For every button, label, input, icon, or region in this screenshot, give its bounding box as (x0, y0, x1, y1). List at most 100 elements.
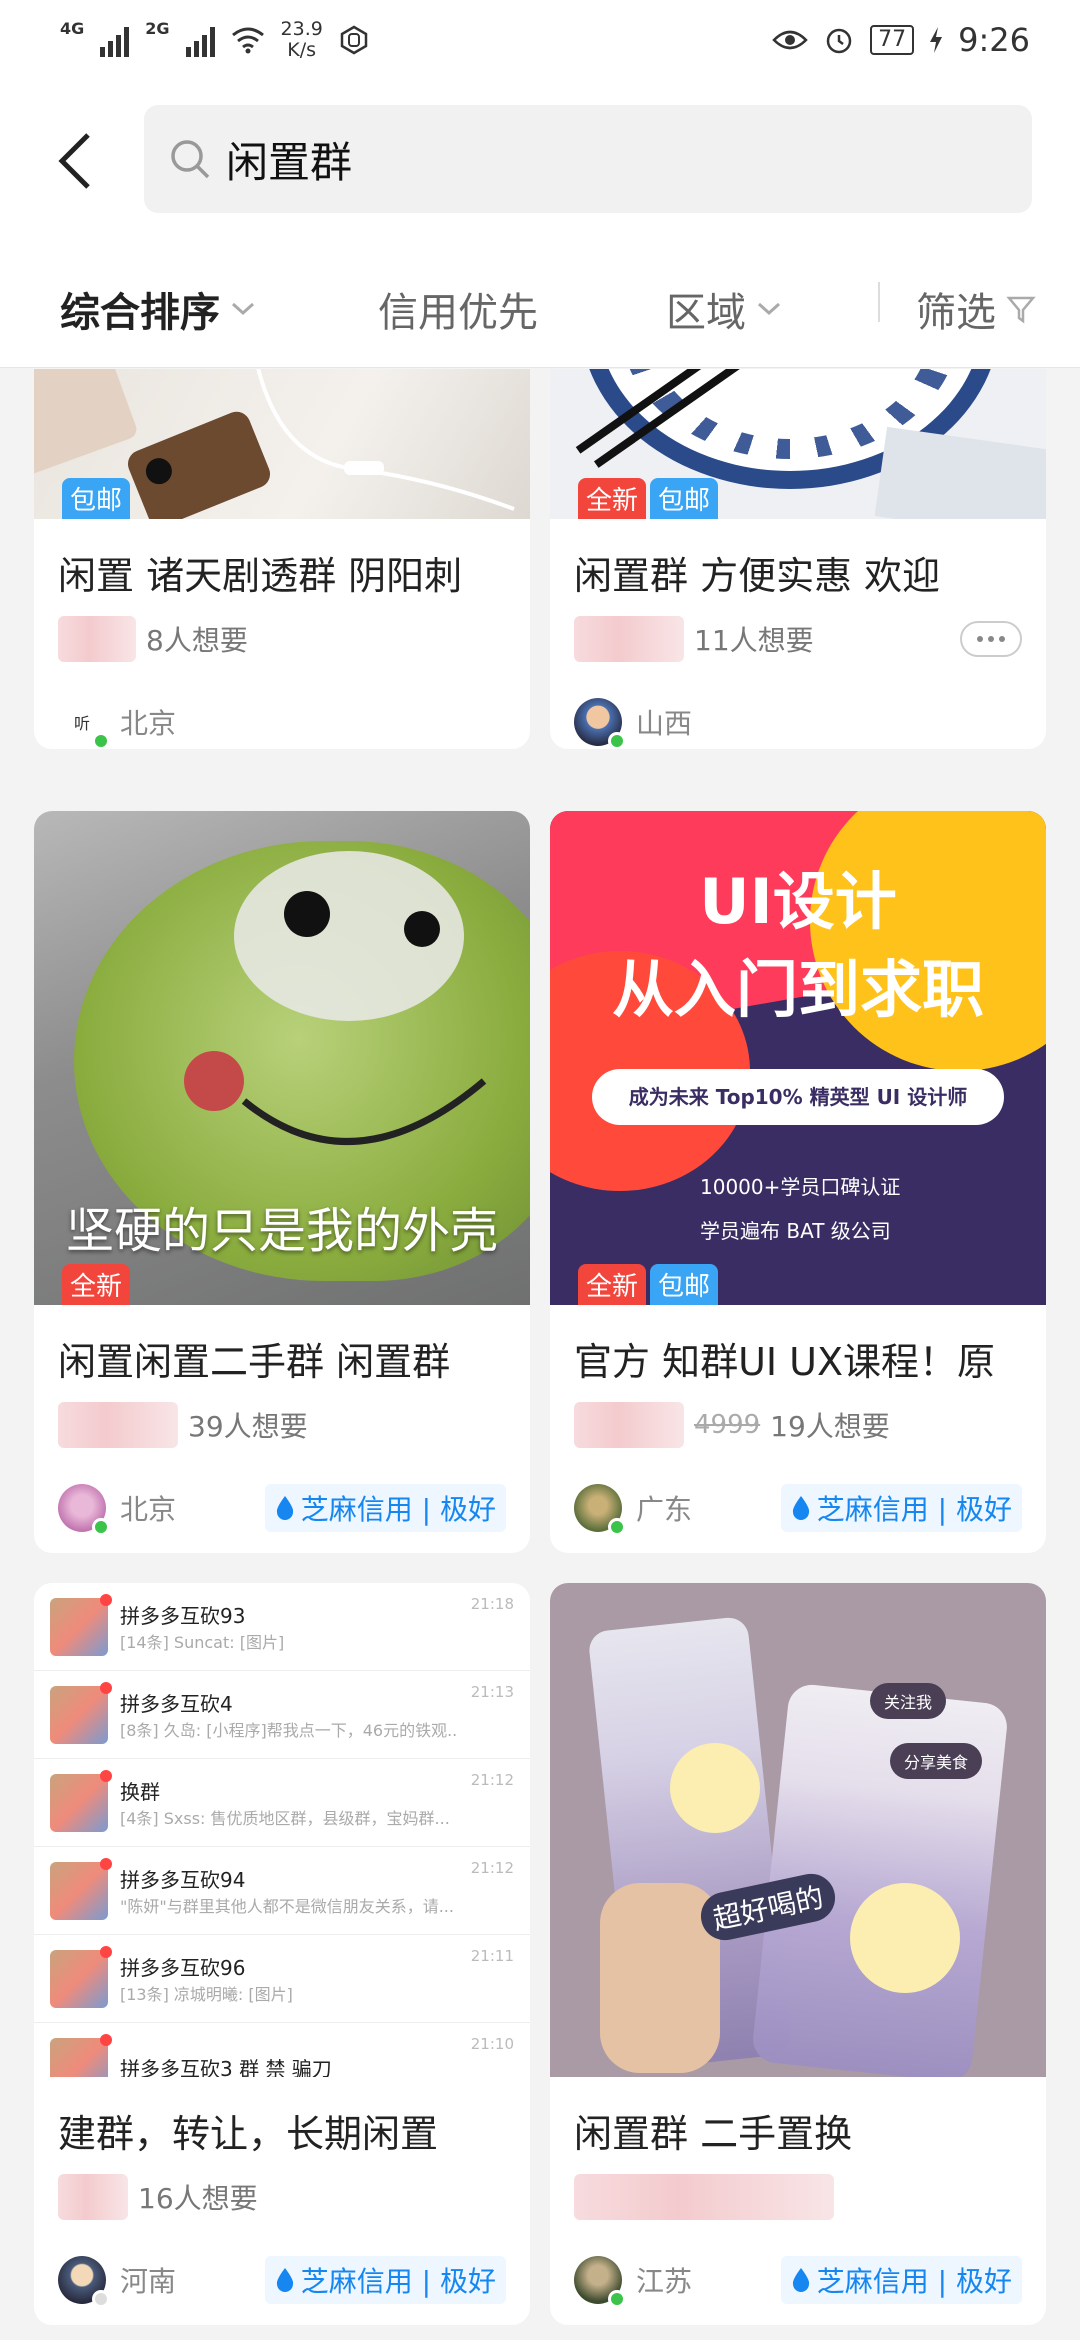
filter-bar: 综合排序 信用优先 区域 筛选 (0, 240, 1080, 368)
credit-text: 芝麻信用 | 极好 (300, 1493, 496, 1526)
avatar[interactable] (574, 2256, 626, 2308)
credit-text: 芝麻信用 | 极好 (816, 2265, 1012, 2298)
brand-new-tag: 全新 (578, 1264, 647, 1305)
product-card[interactable]: 关注我 分享美食 超好喝的 闲置群 二手置换 江苏 芝麻信用 | 极好 (550, 1583, 1046, 2325)
blurred-price (574, 616, 684, 662)
product-feed[interactable]: 包邮 闲置 诸天剧透群 阴阳刺 8人想要 听 北京 全新 包邮 闲置群 方便实惠… (0, 369, 1080, 2340)
avatar[interactable] (58, 2256, 110, 2308)
promo-pill: 成为未来 Top10% 精英型 UI 设计师 (592, 1069, 1004, 1125)
tag-group: 全新 (62, 1264, 131, 1305)
promo-bullet1: 10000+学员口碑认证 (700, 1175, 901, 1199)
seller-location: 江苏 (636, 2265, 693, 2298)
product-card[interactable]: 全新 包邮 闲置群 方便实惠 欢迎 11人想要 山西 (550, 369, 1046, 749)
chevron-down-icon (757, 302, 781, 316)
product-image: 关注我 分享美食 超好喝的 (550, 1583, 1046, 2077)
promo-bullet2: 学员遍布 BAT 级公司 (700, 1219, 891, 1243)
chat-name: 拼多多互砍4 (120, 1692, 233, 1716)
region-dropdown[interactable]: 区域 (666, 280, 782, 338)
online-dot (92, 732, 110, 749)
brand-new-tag: 全新 (578, 478, 647, 519)
product-title: 建群，转让，长期闲置 (58, 2112, 439, 2156)
product-title: 闲置闲置二手群 闲置群 (58, 1340, 451, 1384)
blurred-price (574, 1402, 684, 1448)
network-speed: 23.9 K/s (280, 18, 323, 61)
product-card[interactable]: 包邮 闲置 诸天剧透群 阴阳刺 8人想要 听 北京 (34, 369, 530, 749)
seller-location: 广东 (636, 1493, 693, 1526)
online-dot (608, 2290, 626, 2308)
group-avatar (50, 2034, 112, 2077)
chat-row: 换群 [4条] Sxss: 售优质地区群，县级群，宝妈群... 21:12 (34, 1759, 530, 1847)
credit-text: 芝麻信用 | 极好 (300, 2265, 496, 2298)
seller-row: 北京 芝麻信用 | 极好 (34, 1480, 530, 1536)
want-row: 8人想要 (34, 614, 530, 664)
free-shipping-tag: 包邮 (650, 478, 719, 519)
tag-group: 包邮 (62, 478, 131, 519)
chat-time: 21:12 (470, 1859, 514, 1877)
seller-row: 广东 芝麻信用 | 极好 (550, 1480, 1046, 1536)
promo-line1: UI设计 (699, 865, 897, 938)
want-row (550, 2172, 1046, 2222)
tag-group: 全新 包邮 (578, 1264, 719, 1305)
avatar[interactable] (574, 698, 626, 749)
battery-level: 77 (870, 25, 915, 55)
chat-message: [8条] 久岛: [小程序]帮我点一下，46元的铁观... (120, 1721, 459, 1740)
credit-first-label: 信用优先 (378, 290, 538, 336)
chat-message: [14条] Suncat: [图片] (120, 1633, 285, 1652)
more-options-button[interactable] (960, 621, 1022, 657)
group-avatar (50, 1769, 112, 1832)
promo-line2: 从入门到求职 (611, 953, 984, 1026)
want-count: 39人想要 (188, 1410, 308, 1443)
back-arrow-icon (58, 133, 90, 189)
want-count: 16人想要 (138, 2182, 258, 2215)
filter-divider (878, 282, 880, 322)
network-type-1: 4G (60, 19, 85, 38)
brand-new-tag: 全新 (62, 1264, 131, 1305)
product-image: 拼多多互砍93 [14条] Suncat: [图片] 21:18 拼多多互砍4 [8… (34, 1583, 530, 2077)
network-type-2: 2G (145, 19, 170, 38)
wifi-icon (231, 27, 264, 54)
offline-dot (92, 2290, 110, 2308)
product-card[interactable]: UI设计 从入门到求职 成为未来 Top10% 精英型 UI 设计师 10000… (550, 811, 1046, 1553)
alarm-icon (826, 28, 852, 54)
want-row: 16人想要 (34, 2172, 530, 2222)
tag-group: 全新 包邮 (578, 478, 719, 519)
free-shipping-tag: 包邮 (650, 1264, 719, 1305)
charging-icon (930, 27, 943, 53)
chat-name: 换群 (120, 1780, 160, 1804)
avatar[interactable] (58, 1484, 110, 1536)
product-card[interactable]: 拼多多互砍93 [14条] Suncat: [图片] 21:18 拼多多互砍4 [8… (34, 1583, 530, 2325)
chat-row: 拼多多互砍4 [8条] 久岛: [小程序]帮我点一下，46元的铁观... 21:1… (34, 1671, 530, 1759)
chat-name: 拼多多互砍3 群 禁 骗刀 (120, 2056, 332, 2078)
avatar[interactable] (574, 1484, 626, 1536)
photo-label-share: 分享美食 (890, 1743, 983, 1779)
product-image: 全新 包邮 (550, 369, 1046, 519)
group-avatar (50, 1593, 112, 1656)
chat-time: 21:11 (470, 1947, 514, 1965)
credit-first-tab[interactable]: 信用优先 (378, 280, 538, 338)
search-input[interactable]: 闲置群 (144, 105, 1032, 213)
product-image: 坚硬的只是我的外壳 全新 (34, 811, 530, 1305)
signal-icon (185, 23, 215, 57)
image-caption: 坚硬的只是我的外壳 (65, 1203, 498, 1259)
seller-row: 听 北京 (34, 694, 530, 749)
product-image: UI设计 从入门到求职 成为未来 Top10% 精英型 UI 设计师 10000… (550, 811, 1046, 1305)
chat-message: [4条] Sxss: 售优质地区群，县级群，宝妈群... (120, 1809, 450, 1828)
group-avatar (50, 1857, 112, 1920)
credit-badge: 芝麻信用 | 极好 (780, 2256, 1022, 2304)
blurred-price (58, 2174, 128, 2220)
region-label: 区域 (666, 290, 746, 336)
sort-dropdown[interactable]: 综合排序 (60, 280, 256, 338)
chat-row: 拼多多互砍3 群 禁 骗刀 21:10 (34, 2023, 530, 2077)
chat-name: 拼多多互砍94 (120, 1868, 246, 1892)
back-button[interactable] (56, 126, 106, 196)
avatar[interactable]: 听 (58, 698, 110, 749)
seller-row: 江苏 芝麻信用 | 极好 (550, 2252, 1046, 2308)
want-row: 11人想要 (550, 614, 1046, 664)
want-row: 39人想要 (34, 1400, 530, 1450)
blurred-price (58, 616, 136, 662)
filter-button[interactable]: 筛选 (916, 280, 1036, 338)
product-card[interactable]: 坚硬的只是我的外壳 全新 闲置闲置二手群 闲置群 39人想要 北京 芝麻信用 |… (34, 811, 530, 1553)
drop-icon (792, 2268, 809, 2292)
product-title: 官方 知群UI UX课程！原 (574, 1340, 996, 1384)
chat-time: 21:12 (470, 1771, 514, 1789)
